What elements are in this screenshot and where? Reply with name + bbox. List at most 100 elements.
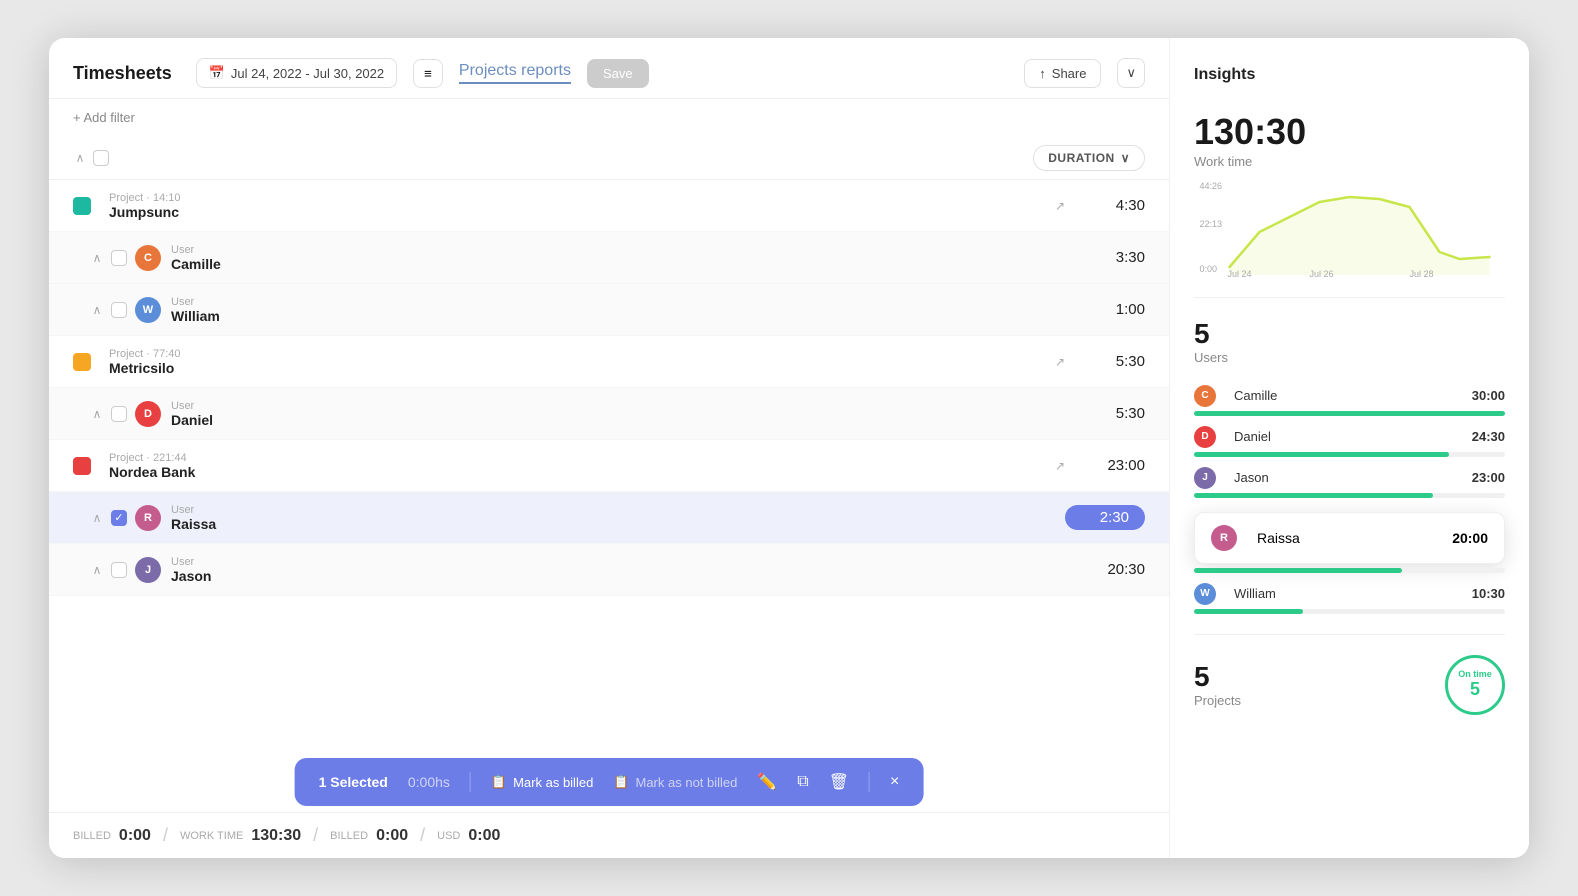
user-meta: User (171, 556, 1065, 568)
project-meta: Project · 77:40 (109, 348, 1047, 360)
user-list-time: 23:00 (1472, 470, 1505, 485)
mark-not-billed-button[interactable]: 📋 Mark as not billed (613, 774, 737, 790)
work-time-label: Work time (1194, 154, 1505, 169)
user-name: Daniel (171, 412, 1065, 428)
delete-icon[interactable]: 🗑 (829, 772, 849, 792)
user-list-time: 10:30 (1472, 586, 1505, 601)
list-item: C Camille 30:00 (1194, 385, 1505, 416)
user-bar (1194, 452, 1449, 457)
billed-stat: BILLED (73, 830, 111, 842)
user-name: William (171, 308, 1065, 324)
avatar: R (1211, 525, 1237, 551)
share-button[interactable]: ↑ Share (1024, 59, 1101, 88)
duration-label: DURATION (1048, 151, 1114, 165)
add-filter-button[interactable]: + Add filter (73, 110, 135, 125)
collapse-all-button[interactable]: ∧ (73, 151, 87, 165)
user-bar (1194, 609, 1303, 614)
avatar: W (135, 297, 161, 323)
row-checkbox[interactable] (111, 250, 127, 266)
external-link-icon[interactable]: ↗ (1055, 355, 1065, 369)
billed2-stat-label: BILLED (330, 830, 368, 842)
svg-text:Jul 24: Jul 24 (1228, 269, 1252, 277)
work-time-number: 130:30 (1194, 112, 1505, 152)
avatar: C (1194, 385, 1216, 407)
collapse-row-button[interactable]: ∧ (89, 251, 105, 265)
date-range-button[interactable]: 📅 Jul 24, 2022 - Jul 30, 2022 (196, 58, 397, 88)
mark-billed-button[interactable]: 📋 Mark as billed (491, 774, 593, 790)
table-row: ∧ ✓ R User Raissa 2:30 (49, 492, 1169, 544)
row-checkbox[interactable] (111, 302, 127, 318)
external-link-icon[interactable]: ↗ (1055, 199, 1065, 213)
mark-not-billed-label: Mark as not billed (635, 775, 737, 790)
table-header-row: ∧ DURATION ∨ (49, 137, 1169, 180)
project-color-indicator (73, 197, 91, 215)
copy-icon[interactable]: ⧉ (797, 773, 808, 791)
table-row: Project · 221:44 Nordea Bank ↗ 23:00 (49, 440, 1169, 492)
selected-time-label: 0:00hs (408, 774, 450, 790)
collapse-row-button[interactable]: ∧ (89, 303, 105, 317)
user-name: Jason (171, 568, 1065, 584)
tooltip-time: 20:00 (1452, 530, 1488, 546)
user-bar (1194, 493, 1433, 498)
filter-button[interactable]: ≡ (413, 59, 443, 88)
share-dropdown-button[interactable]: ∨ (1117, 58, 1145, 88)
insights-panel: Insights 130:30 Work time 44:26 22:13 0:… (1169, 38, 1529, 858)
close-bar-button[interactable]: × (890, 773, 899, 791)
on-time-badge: On time 5 (1445, 655, 1505, 715)
stat-separator: / (420, 825, 425, 846)
billed2-stat: BILLED (330, 830, 368, 842)
project-color-indicator (73, 353, 91, 371)
avatar: D (135, 401, 161, 427)
sort-icon: ∨ (1121, 151, 1130, 165)
duration-value: 4:30 (1065, 197, 1145, 214)
section-divider (1194, 634, 1505, 635)
raissa-tooltip-card: R Raissa 20:00 (1194, 512, 1505, 564)
collapse-row-button[interactable]: ∧ (89, 563, 105, 577)
user-name: Raissa (171, 516, 1065, 532)
avatar: J (135, 557, 161, 583)
report-title[interactable]: Projects reports (459, 62, 571, 84)
table-row: ∧ J User Jason 20:30 (49, 544, 1169, 596)
mark-billed-label: Mark as billed (513, 775, 593, 790)
billed-stat-value: 0:00 (119, 827, 151, 845)
on-time-count: 5 (1470, 679, 1480, 700)
row-checkbox[interactable] (111, 406, 127, 422)
row-checkbox[interactable] (111, 562, 127, 578)
collapse-row-button[interactable]: ∧ (89, 407, 105, 421)
table-row: ∧ D User Daniel 5:30 (49, 388, 1169, 440)
avatar: C (135, 245, 161, 271)
collapse-row-button[interactable]: ∧ (89, 511, 105, 525)
duration-sort-button[interactable]: DURATION ∨ (1033, 145, 1145, 171)
user-name: Camille (171, 256, 1065, 272)
user-meta: User (171, 244, 1065, 256)
table-row: Project · 14:10 Jumpsunc ↗ 4:30 (49, 180, 1169, 232)
list-item: D Daniel 24:30 (1194, 426, 1505, 457)
user-list: C Camille 30:00 D Daniel 24:30 J J (1194, 385, 1505, 614)
avatar: J (1194, 467, 1216, 489)
select-all-checkbox[interactable] (93, 150, 109, 166)
duration-value: 5:30 (1065, 353, 1145, 370)
subheader: + Add filter (49, 99, 1169, 137)
usd-stat-label: USD (437, 830, 460, 842)
usd-stat-value: 0:00 (468, 827, 500, 845)
user-list-time: 24:30 (1472, 429, 1505, 444)
row-checkbox[interactable]: ✓ (111, 510, 127, 526)
external-link-icon[interactable]: ↗ (1055, 459, 1065, 473)
user-meta: User (171, 504, 1065, 516)
table-row: Project · 77:40 Metricsilo ↗ 5:30 (49, 336, 1169, 388)
projects-count: 5 (1194, 661, 1241, 693)
stat-separator: / (163, 825, 168, 846)
project-meta: Project · 221:44 (109, 452, 1047, 464)
work-time-stat-value: 130:30 (251, 827, 301, 845)
stat-separator: / (313, 825, 318, 846)
edit-icon[interactable]: ✏️ (757, 772, 777, 792)
user-meta: User (171, 400, 1065, 412)
work-time-chart: 44:26 22:13 0:00 Jul 24 Jul 26 Jul 28 (1194, 177, 1505, 277)
calendar-icon: 📅 (209, 65, 225, 81)
header: Timesheets 📅 Jul 24, 2022 - Jul 30, 2022… (49, 38, 1169, 99)
duration-value: 20:30 (1065, 561, 1145, 578)
users-label: Users (1194, 350, 1505, 365)
list-item: R Raissa 20:00 (1194, 508, 1505, 573)
save-button[interactable]: Save (587, 59, 649, 88)
user-list-time: 30:00 (1472, 388, 1505, 403)
